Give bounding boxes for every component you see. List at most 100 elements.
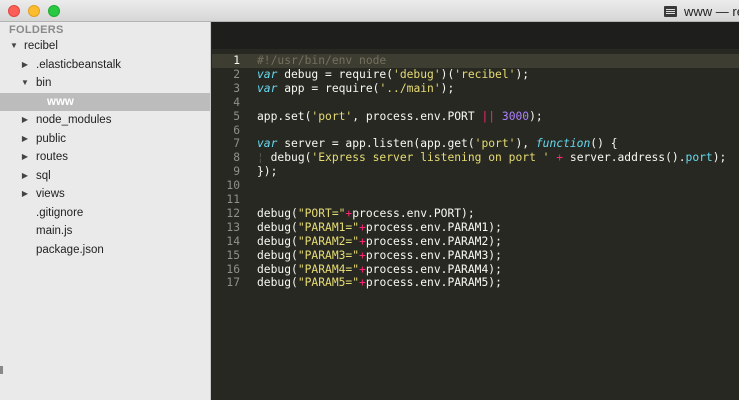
code-token: debug = require( bbox=[277, 67, 394, 81]
code-token: app.set( bbox=[257, 109, 312, 123]
code-line[interactable]: 7 var server = app.listen(app.get('port')… bbox=[212, 137, 739, 151]
code-line[interactable]: 16 debug("PARAM4="+process.env.PARAM4); bbox=[212, 263, 739, 277]
code-line[interactable]: 11 bbox=[212, 193, 739, 207]
tree-item-label: routes bbox=[36, 151, 68, 163]
code-line[interactable]: 12 debug("PORT="+process.env.PORT); bbox=[212, 207, 739, 221]
code-token: process.env.PARAM4); bbox=[365, 262, 502, 276]
code-token: debug( bbox=[257, 234, 298, 248]
code-text: debug("PARAM2="+process.env.PARAM2); bbox=[257, 235, 502, 249]
tree-item-recibel[interactable]: ▼ recibel bbox=[0, 37, 210, 55]
code-text: }); bbox=[257, 165, 277, 179]
code-line[interactable]: 3 var app = require('../main'); bbox=[212, 82, 739, 96]
maximize-window-button[interactable] bbox=[48, 5, 60, 17]
tree-item-label: www bbox=[47, 95, 74, 108]
line-number: 1 bbox=[233, 54, 240, 67]
code-token: debug( bbox=[257, 248, 298, 262]
collapsed-arrow-icon[interactable]: ▶ bbox=[20, 185, 30, 203]
line-number: 9 bbox=[233, 165, 240, 179]
code-token: var bbox=[257, 81, 278, 95]
code-line[interactable]: 2 var debug = require('debug')('recibel')… bbox=[212, 68, 739, 82]
line-number: 8 bbox=[233, 151, 240, 165]
tree-item-label: recibel bbox=[24, 40, 58, 52]
tree-item-label: sql bbox=[36, 169, 51, 182]
code-token: function bbox=[535, 137, 591, 151]
code-token: || bbox=[481, 109, 496, 123]
code-token: debug( bbox=[257, 262, 298, 276]
code-token: server.address(). bbox=[563, 151, 686, 165]
code-token: port bbox=[685, 151, 713, 165]
tree-item-public[interactable]: ▶ public bbox=[0, 130, 210, 148]
tree-item-sql[interactable]: ▶ sql bbox=[0, 167, 210, 185]
code-text: debug("PARAM3="+process.env.PARAM3); bbox=[257, 249, 502, 263]
minimize-window-button[interactable] bbox=[28, 5, 40, 17]
code-token: debug( bbox=[257, 276, 298, 290]
code-line[interactable]: 15 debug("PARAM3="+process.env.PARAM3); bbox=[212, 249, 739, 263]
code-line[interactable]: 6 bbox=[212, 124, 739, 138]
line-number: 3 bbox=[233, 81, 240, 95]
tree-item-label: node_modules bbox=[36, 114, 112, 126]
window-title: www — re bbox=[664, 3, 739, 19]
code-line[interactable]: 10 bbox=[212, 179, 739, 193]
tree-item-elasticbeanstalk[interactable]: ▶ .elasticbeanstalk bbox=[0, 56, 210, 74]
expanded-arrow-icon[interactable]: ▼ bbox=[9, 37, 19, 55]
code-token: ), bbox=[515, 137, 536, 151]
tree-item-views[interactable]: ▶ views bbox=[0, 185, 210, 203]
collapsed-arrow-icon[interactable]: ▶ bbox=[20, 130, 30, 148]
code-line[interactable]: 8 ¦ debug('Express server listening on po… bbox=[212, 151, 739, 165]
code-token: + bbox=[359, 262, 366, 276]
code-token: }); bbox=[257, 165, 278, 179]
collapsed-arrow-icon[interactable]: ▶ bbox=[20, 148, 30, 166]
code-text: debug("PARAM4="+process.env.PARAM4); bbox=[257, 263, 502, 277]
code-token: app = require( bbox=[277, 81, 380, 95]
code-text: debug("PORT="+process.env.PORT); bbox=[257, 207, 475, 221]
code-token: 'Express server listening on port ' bbox=[311, 151, 550, 165]
title-bar: www — re bbox=[0, 0, 739, 22]
code-line[interactable]: 17 debug("PARAM5="+process.env.PARAM5); bbox=[212, 276, 739, 290]
collapsed-arrow-icon[interactable]: ▶ bbox=[20, 56, 30, 74]
code-token: ); bbox=[529, 109, 543, 123]
tree-item-package-json[interactable]: package.json bbox=[0, 241, 210, 259]
line-number: 2 bbox=[233, 67, 240, 81]
tree-item-node-modules[interactable]: ▶ node_modules bbox=[0, 111, 210, 129]
tree-item-www[interactable]: www bbox=[0, 92, 210, 111]
close-window-button[interactable] bbox=[8, 5, 20, 17]
line-number: 14 bbox=[226, 234, 240, 248]
expanded-arrow-icon[interactable]: ▼ bbox=[20, 74, 30, 92]
line-number: 5 bbox=[233, 109, 240, 123]
code-token: process.env.PARAM5); bbox=[365, 276, 502, 290]
code-line[interactable]: 9}); bbox=[212, 165, 739, 179]
code-editor[interactable]: 1 #!/usr/bin/env node 2 var debug = require… bbox=[212, 22, 739, 400]
code-line[interactable]: 13 debug("PARAM1="+process.env.PARAM1); bbox=[212, 221, 739, 235]
tree-item-routes[interactable]: ▶ routes bbox=[0, 148, 210, 166]
code-token: "PARAM2=" bbox=[297, 234, 360, 248]
code-text: var app = require('../main'); bbox=[257, 82, 454, 96]
tree-item-bin[interactable]: ▼ bin bbox=[0, 74, 210, 92]
code-token: process.env.PARAM1); bbox=[365, 220, 502, 234]
line-number: 11 bbox=[226, 193, 240, 206]
collapsed-arrow-icon[interactable]: ▶ bbox=[20, 111, 30, 129]
tree-item-label: package.json bbox=[36, 243, 104, 256]
collapsed-arrow-icon[interactable]: ▶ bbox=[20, 167, 30, 185]
code-line[interactable]: 1 #!/usr/bin/env node bbox=[212, 54, 739, 68]
line-number: 10 bbox=[226, 179, 240, 193]
line-number: 4 bbox=[233, 95, 240, 109]
tree-item-main-js[interactable]: main.js bbox=[0, 222, 210, 240]
tree-item-label: bin bbox=[36, 77, 52, 89]
code-text: #!/usr/bin/env node bbox=[257, 54, 386, 68]
code-token: debug( bbox=[270, 151, 312, 165]
line-number: 15 bbox=[226, 248, 240, 262]
code-line[interactable]: 14 debug("PARAM2="+process.env.PARAM2); bbox=[212, 235, 739, 249]
code-token: + bbox=[359, 234, 366, 248]
line-number: 17 bbox=[226, 276, 240, 290]
tree-item-gitignore[interactable]: .gitignore bbox=[0, 204, 210, 222]
line-number: 12 bbox=[226, 206, 240, 220]
tree-item-label: public bbox=[36, 132, 67, 145]
document-icon bbox=[664, 5, 677, 17]
code-line[interactable]: 4 bbox=[212, 96, 739, 110]
code-token: var bbox=[257, 137, 278, 151]
code-text: var server = app.listen(app.get('port'),… bbox=[257, 137, 618, 151]
line-number: 16 bbox=[226, 262, 240, 276]
code-line[interactable]: 5 app.set('port', process.env.PORT || 300… bbox=[212, 110, 739, 124]
code-text: app.set('port', process.env.PORT || 3000… bbox=[257, 110, 543, 124]
